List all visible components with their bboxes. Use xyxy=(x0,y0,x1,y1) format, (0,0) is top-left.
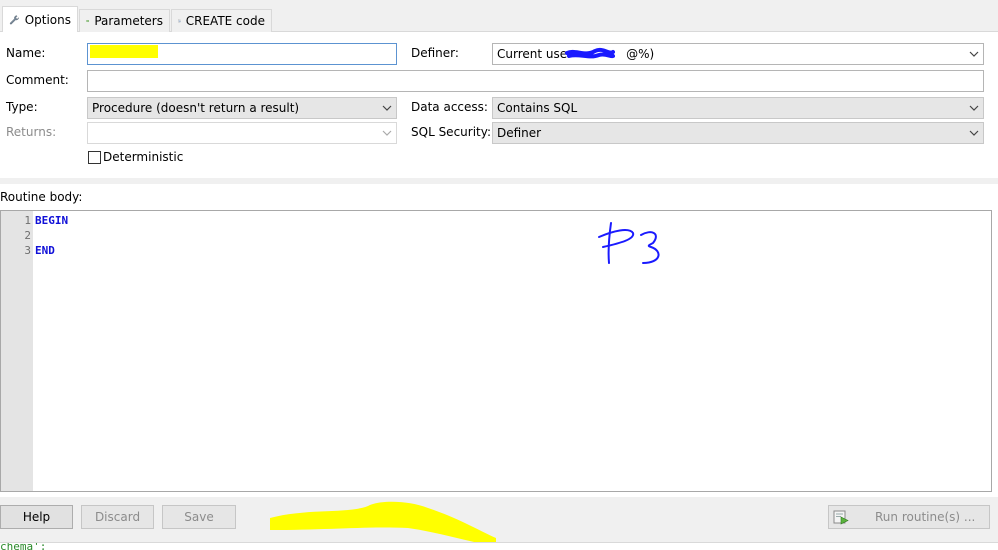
discard-button[interactable]: Discard xyxy=(81,505,154,529)
definer-value-prefix: Current user xyxy=(497,47,573,61)
tab-label: CREATE code xyxy=(185,14,265,28)
comment-input[interactable] xyxy=(87,70,984,92)
sql-security-label: SQL Security: xyxy=(411,125,492,139)
status-text: chema'; xyxy=(0,542,47,550)
deterministic-label: Deterministic xyxy=(103,150,184,164)
type-label: Type: xyxy=(6,100,38,114)
wrench-icon xyxy=(9,15,19,25)
data-access-select[interactable]: Contains SQL xyxy=(492,97,984,119)
routine-body-label: Routine body: xyxy=(0,190,83,204)
sql-security-select[interactable]: Definer xyxy=(492,122,984,144)
line-number: 3 xyxy=(24,244,31,257)
chevron-down-icon xyxy=(969,130,979,136)
data-access-value: Contains SQL xyxy=(497,101,578,115)
routine-body-editor[interactable]: 1 2 3 BEGIN END xyxy=(0,210,992,492)
code-document-icon xyxy=(178,19,181,23)
help-button[interactable]: Help xyxy=(0,505,73,529)
name-redaction-highlight xyxy=(90,45,158,58)
status-bar: chema'; xyxy=(0,542,998,550)
run-routines-button[interactable]: Run routine(s) ... xyxy=(828,505,990,529)
line-number: 2 xyxy=(24,229,31,242)
double-arrow-icon xyxy=(86,19,90,23)
line-number: 1 xyxy=(24,214,31,227)
type-select[interactable]: Procedure (doesn't return a result) xyxy=(87,97,397,119)
code-line: END xyxy=(35,244,55,257)
run-icon xyxy=(833,510,849,525)
tab-label: Options xyxy=(24,13,71,27)
chevron-down-icon xyxy=(969,51,979,57)
code-line: BEGIN xyxy=(35,214,69,227)
returns-label: Returns: xyxy=(6,125,57,139)
chevron-down-icon xyxy=(382,105,392,111)
tab-parameters[interactable]: Parameters xyxy=(79,9,170,32)
returns-select[interactable] xyxy=(87,122,397,144)
data-access-label: Data access: xyxy=(411,100,488,114)
definer-redaction-scribble xyxy=(565,47,615,61)
handwritten-annotation xyxy=(598,222,660,264)
tab-options[interactable]: Options xyxy=(2,6,78,33)
name-label: Name: xyxy=(6,46,46,60)
bottom-redaction-highlight xyxy=(270,501,496,546)
tab-label: Parameters xyxy=(94,14,163,28)
save-button[interactable]: Save xyxy=(162,505,236,529)
definer-select[interactable]: Current user @%) xyxy=(492,43,984,65)
deterministic-checkbox[interactable] xyxy=(88,151,101,164)
type-value: Procedure (doesn't return a result) xyxy=(92,101,300,115)
chevron-down-icon xyxy=(382,130,392,136)
run-routines-label: Run routine(s) ... xyxy=(875,510,976,524)
tab-create-code[interactable]: CREATE code xyxy=(171,9,272,32)
comment-label: Comment: xyxy=(6,73,69,87)
definer-label: Definer: xyxy=(411,46,459,60)
section-divider xyxy=(0,178,998,184)
chevron-down-icon xyxy=(969,105,979,111)
definer-value-suffix: @%) xyxy=(626,47,655,61)
sql-security-value: Definer xyxy=(497,126,542,140)
